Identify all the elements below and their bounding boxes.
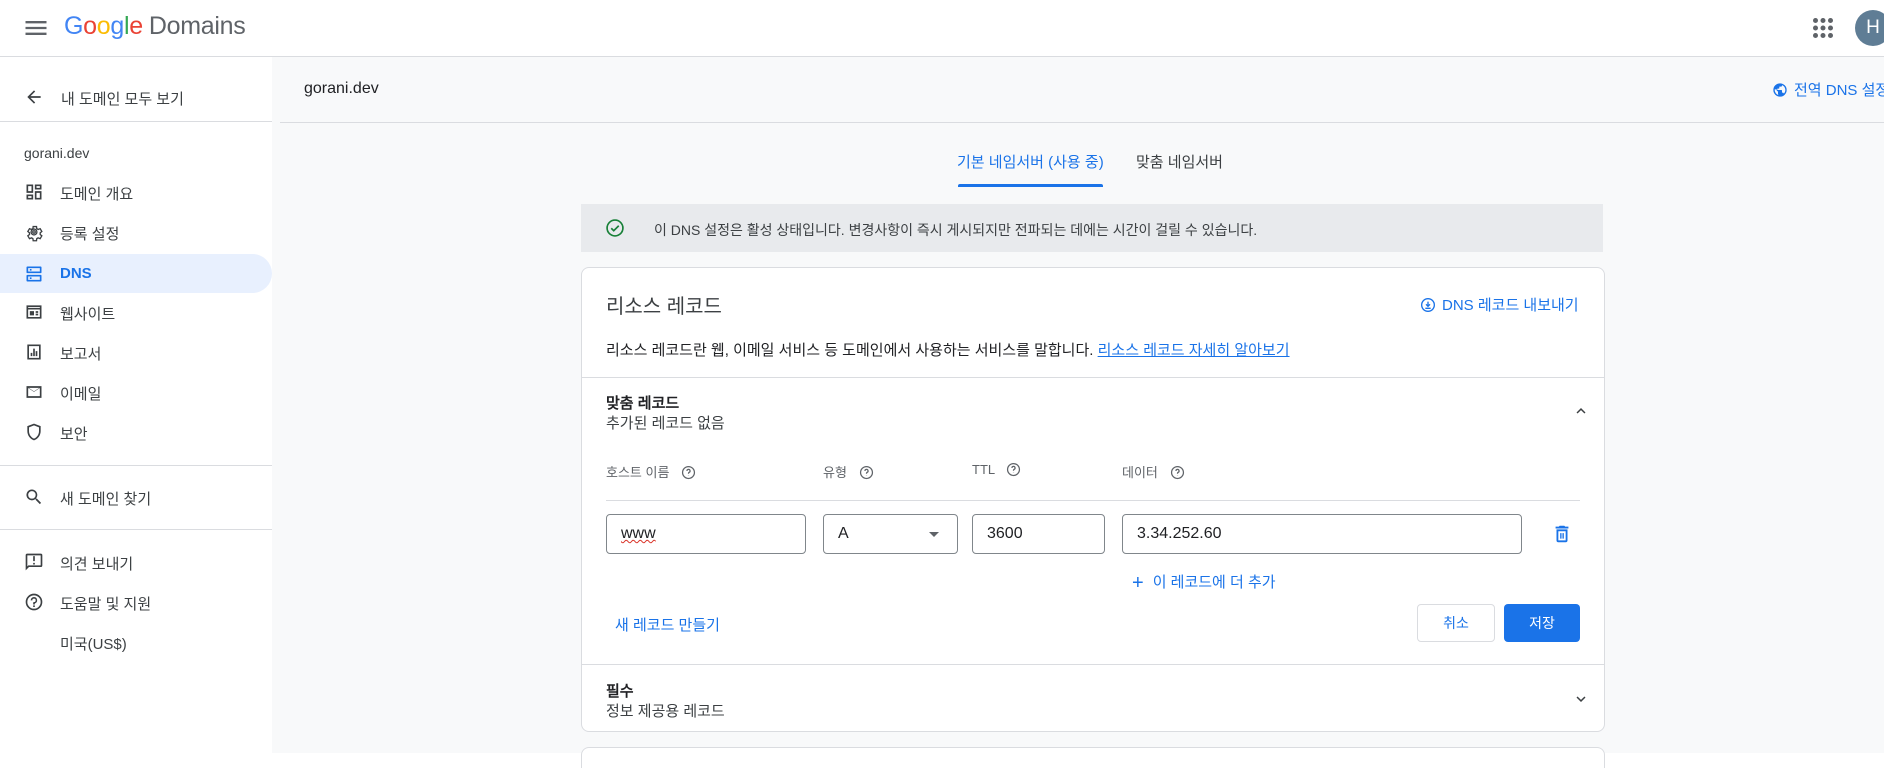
sidebar-item-email[interactable]: 이메일 xyxy=(0,372,272,411)
sidebar-item-security[interactable]: 보안 xyxy=(0,412,272,451)
save-button[interactable]: 저장 xyxy=(1504,604,1580,642)
apps-grid-icon[interactable] xyxy=(1808,13,1838,43)
required-records-subtitle: 정보 제공용 레코드 xyxy=(606,703,725,720)
gear-icon xyxy=(26,225,43,242)
record-type-select[interactable]: A xyxy=(823,514,958,554)
check-circle-icon xyxy=(606,219,624,237)
banner-text: 이 DNS 설정은 활성 상태입니다. 변경사항이 즉시 게시되지만 전파되는 … xyxy=(654,222,1258,238)
card-divider xyxy=(582,664,1604,665)
table-header-divider xyxy=(606,500,1580,501)
plus-icon: + xyxy=(1132,572,1144,594)
column-header-host: 호스트 이름 xyxy=(606,462,696,481)
arrow-back-icon xyxy=(27,90,41,104)
search-icon xyxy=(26,489,42,505)
back-to-all-domains[interactable]: 내 도메인 모두 보기 xyxy=(0,77,272,117)
google-domains-logo[interactable]: Google Domains xyxy=(64,12,246,41)
resource-records-description: 리소스 레코드란 웹, 이메일 서비스 등 도메인에서 사용하는 서비스를 말합… xyxy=(606,342,1290,359)
export-dns-records-link[interactable]: DNS 레코드 내보내기 xyxy=(1420,294,1579,315)
next-section-card xyxy=(581,747,1605,768)
custom-records-subtitle: 추가된 레코드 없음 xyxy=(606,415,725,432)
column-header-ttl: TTL xyxy=(972,462,1021,477)
dns-active-banner: 이 DNS 설정은 활성 상태입니다. 변경사항이 즉시 게시되지만 전파되는 … xyxy=(581,204,1603,252)
domain-topbar: gorani.dev 전역 DNS 설정 xyxy=(280,57,1884,123)
app-header: Google Domains H xyxy=(0,0,1884,57)
add-more-to-record-link[interactable]: + 이 레코드에 더 추가 xyxy=(1132,571,1276,595)
ttl-input[interactable]: 3600 xyxy=(972,514,1105,554)
us-flag-icon xyxy=(24,634,48,650)
host-name-input[interactable]: www xyxy=(606,514,806,554)
sidebar-domain-name: gorani.dev xyxy=(24,145,90,161)
help-icon xyxy=(25,593,43,611)
sidebar-item-find-domain[interactable]: 새 도메인 찾기 xyxy=(0,477,272,516)
help-circle-icon[interactable] xyxy=(1170,465,1185,480)
card-divider xyxy=(582,377,1604,378)
sidebar-item-help[interactable]: 도움말 및 지원 xyxy=(0,582,272,621)
global-dns-settings-link[interactable]: 전역 DNS 설정 xyxy=(1772,79,1884,100)
sidebar-item-overview[interactable]: 도메인 개요 xyxy=(0,172,272,211)
mail-icon xyxy=(26,386,42,398)
tab-default-nameservers[interactable]: 기본 네임서버 (사용 중) xyxy=(957,151,1104,172)
custom-records-title: 맞춤 레코드 xyxy=(606,395,680,412)
help-circle-icon[interactable] xyxy=(859,465,874,480)
account-avatar[interactable]: H xyxy=(1855,10,1884,46)
column-header-data: 데이터 xyxy=(1122,462,1185,481)
tab-custom-nameservers[interactable]: 맞춤 네임서버 xyxy=(1136,151,1223,172)
sidebar-divider xyxy=(0,121,272,122)
download-circle-icon xyxy=(1421,298,1435,312)
cancel-button[interactable]: 취소 xyxy=(1417,604,1495,642)
dashboard-icon xyxy=(26,184,42,200)
column-header-type: 유형 xyxy=(823,462,874,481)
resource-records-title: 리소스 레코드 xyxy=(606,296,722,318)
chevron-up-icon[interactable] xyxy=(1572,402,1590,420)
feedback-icon xyxy=(25,553,43,571)
sidebar: 내 도메인 모두 보기 gorani.dev 도메인 개요 등록 설정 DNS … xyxy=(0,57,272,753)
sidebar-item-website[interactable]: 웹사이트 xyxy=(0,292,272,331)
sidebar-item-registration-settings[interactable]: 등록 설정 xyxy=(0,212,272,251)
help-circle-icon[interactable] xyxy=(1006,462,1021,477)
dropdown-arrow-icon xyxy=(929,532,939,537)
shield-icon xyxy=(27,423,41,441)
report-icon xyxy=(27,344,41,360)
sidebar-item-feedback[interactable]: 의견 보내기 xyxy=(0,542,272,581)
sidebar-item-locale[interactable]: 미국(US$) xyxy=(0,622,272,661)
record-data-input[interactable]: 3.34.252.60 xyxy=(1122,514,1522,554)
chevron-down-icon[interactable] xyxy=(1572,690,1590,708)
page-title: gorani.dev xyxy=(304,80,379,97)
required-records-title: 필수 xyxy=(606,683,634,700)
website-icon xyxy=(26,305,42,319)
sidebar-divider xyxy=(0,529,272,530)
sidebar-item-reports[interactable]: 보고서 xyxy=(0,332,272,371)
create-new-record-link[interactable]: 새 레코드 만들기 xyxy=(615,614,720,635)
learn-more-link[interactable]: 리소스 레코드 자세히 알아보기 xyxy=(1098,342,1290,359)
sidebar-divider xyxy=(0,465,272,466)
help-circle-icon[interactable] xyxy=(681,465,696,480)
globe-icon xyxy=(1773,83,1787,97)
active-tab-indicator xyxy=(958,184,1103,187)
hamburger-menu-icon[interactable] xyxy=(22,14,50,42)
main-content: gorani.dev 전역 DNS 설정 기본 네임서버 (사용 중) 맞춤 네… xyxy=(272,57,1884,768)
sidebar-item-dns[interactable]: DNS xyxy=(0,254,272,293)
resource-records-card: 리소스 레코드 DNS 레코드 내보내기 리소스 레코드란 웹, 이메일 서비스… xyxy=(581,267,1605,732)
dns-icon xyxy=(26,266,42,282)
delete-icon[interactable] xyxy=(1551,523,1573,545)
